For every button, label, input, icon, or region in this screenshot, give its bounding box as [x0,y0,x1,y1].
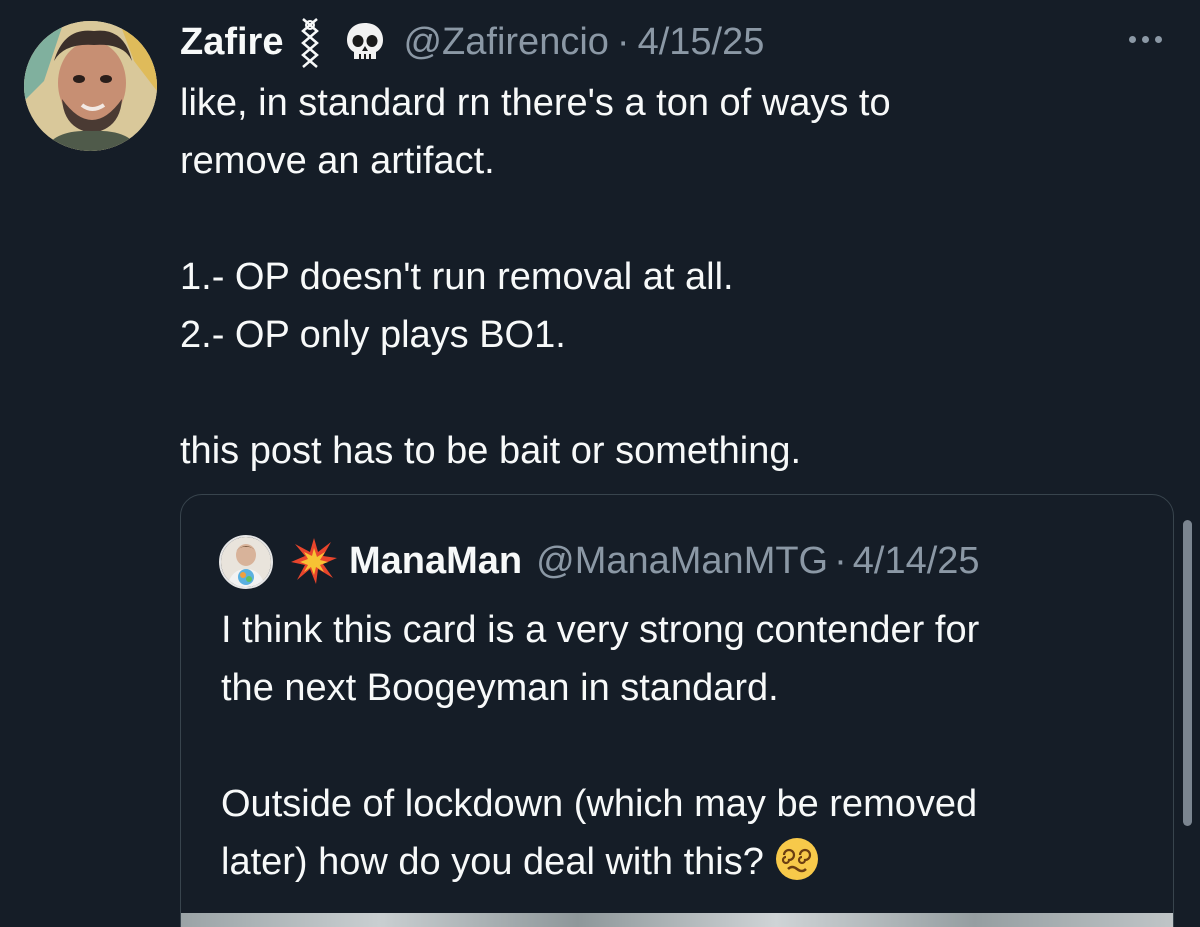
tweet: Zafire @Zafirencio · 4/15/25 like, in st… [0,0,1200,927]
more-options-icon[interactable] [1126,30,1170,44]
author-avatar[interactable] [24,21,157,151]
rune-icon [295,15,325,69]
quoted-tweet-timestamp[interactable]: 4/14/25 [853,540,980,583]
dizzy-face-icon [774,836,820,882]
quoted-author-display-name[interactable]: ManaMan [349,540,522,583]
skull-icon [343,20,387,64]
author-handle[interactable]: @Zafirencio [403,21,608,64]
quoted-tweet[interactable]: ManaMan @ManaManMTG · 4/14/25 I think th… [180,494,1174,927]
author-display-name[interactable]: Zafire [180,21,283,64]
scrollbar-thumb[interactable] [1183,520,1192,826]
tweet-header: Zafire @Zafirencio · 4/15/25 [180,14,764,70]
quoted-tweet-text: I think this card is a very strong conte… [221,609,980,883]
quoted-tweet-header: ManaMan @ManaManMTG · 4/14/25 [289,533,980,589]
tweet-text: like, in standard rn there's a ton of wa… [180,82,891,472]
quoted-media-image[interactable] [181,913,1173,927]
more-dot [1155,36,1162,43]
collision-burst-icon [289,536,339,586]
quoted-separator-dot: · [834,539,847,582]
more-dot [1129,36,1136,43]
tweet-timestamp[interactable]: 4/15/25 [638,21,765,64]
quoted-author-avatar[interactable] [219,535,273,589]
quoted-author-handle[interactable]: @ManaManMTG [536,540,828,583]
quoted-tweet-text-block: I think this card is a very strong conte… [221,601,1151,891]
more-dot [1142,36,1149,43]
separator-dot: · [616,20,630,63]
